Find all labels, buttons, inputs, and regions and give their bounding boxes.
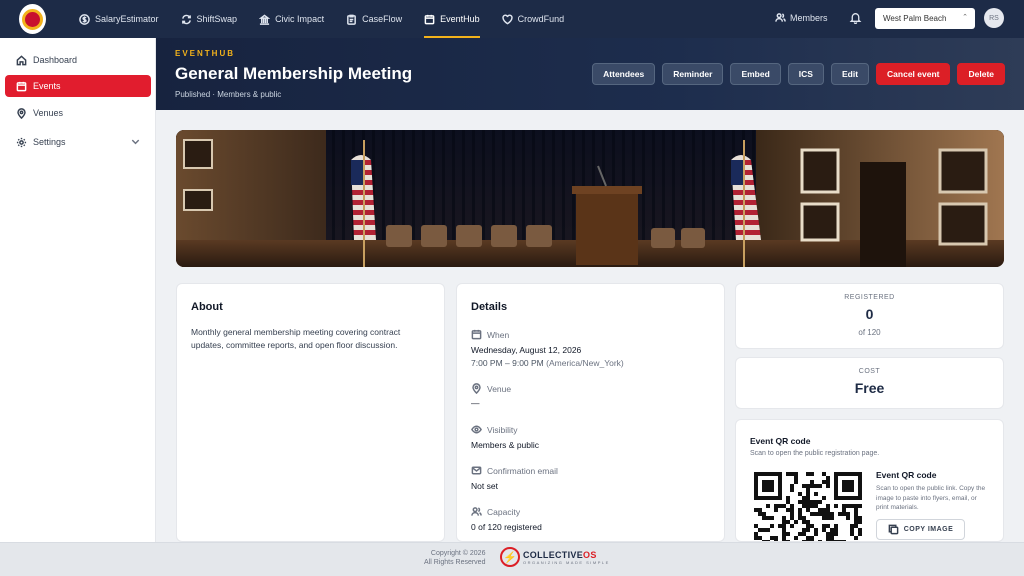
visibility-label: Visibility <box>471 424 518 435</box>
page-eyebrow: EVENTHUB <box>175 49 236 58</box>
sidebar-item-label: Venues <box>33 108 64 118</box>
members-label: Members <box>790 12 828 23</box>
mail-icon <box>471 465 482 476</box>
nav-eventhub[interactable]: EventHub <box>413 0 491 38</box>
page-subtitle: Published · Members & public <box>175 90 282 99</box>
embed-button[interactable]: Embed <box>730 63 781 85</box>
brand-tagline: ORGANIZING MADE SIMPLE <box>523 559 610 565</box>
nav-caseflow[interactable]: CaseFlow <box>335 0 413 38</box>
about-text: Monthly general membership meeting cover… <box>191 327 401 350</box>
brand-name: COLLECTIVEOS <box>523 549 597 560</box>
delete-button[interactable]: Delete <box>957 63 1005 85</box>
cost-label: COST <box>858 368 881 375</box>
visibility-value: Members & public <box>471 440 540 450</box>
sidebar-item-dashboard[interactable]: Dashboard <box>5 49 151 71</box>
confirmation-value: Not set <box>471 481 498 491</box>
chevron-down-icon[interactable] <box>130 136 141 147</box>
registered-sub: of 120 <box>858 328 881 337</box>
qr-code-image[interactable] <box>754 472 864 542</box>
about-card: About Monthly general membership meeting… <box>176 283 445 542</box>
ics-button[interactable]: ICS <box>787 63 824 85</box>
sidebar: Dashboard Events Venues Settings <box>0 38 156 542</box>
union-logo[interactable] <box>19 4 46 34</box>
venue-label: Venue <box>471 383 511 394</box>
users-icon <box>471 506 482 517</box>
city-select-value: West Palm Beach <box>883 14 947 23</box>
footer: Copyright © 2026 All Rights Reserved ⚡ C… <box>0 542 1024 576</box>
registered-label: REGISTERED <box>844 294 895 301</box>
nav-label: CaseFlow <box>362 14 403 24</box>
nav-label: Civic Impact <box>275 14 325 24</box>
when-label: When <box>471 329 509 340</box>
attendees-button[interactable]: Attendees <box>592 63 656 85</box>
sidebar-item-label: Events <box>33 81 61 91</box>
copyright-text: Copyright © 2026 All Rights Reserved <box>424 550 486 566</box>
capacity-label: Capacity <box>471 506 520 517</box>
copy-image-button[interactable]: COPY IMAGE <box>876 519 965 540</box>
capacity-value: 0 of 120 registered <box>471 522 542 532</box>
avatar[interactable]: RS <box>984 8 1004 28</box>
nav-salaryestimator[interactable]: SalaryEstimator <box>68 0 170 38</box>
calendar-icon <box>471 329 482 340</box>
top-nav: SalaryEstimator ShiftSwap Civic Impact C… <box>0 0 1024 38</box>
when-date: Wednesday, August 12, 2026 <box>471 345 582 355</box>
header-actions: Attendees Reminder Embed ICS Edit Cancel… <box>592 63 1005 85</box>
map-pin-icon <box>16 107 27 119</box>
event-banner-image <box>176 130 1004 267</box>
copy-icon <box>888 524 899 535</box>
nav-label: CrowdFund <box>517 14 565 24</box>
sidebar-item-events[interactable]: Events <box>5 75 151 97</box>
qr-heading: Event QR code <box>750 436 811 446</box>
registered-card: REGISTERED 0 of 120 <box>735 283 1004 349</box>
heart-icon <box>501 14 513 25</box>
chevron-updown-icon: ⌃ <box>962 14 968 21</box>
gear-icon <box>16 137 27 148</box>
eye-icon <box>471 424 482 435</box>
sidebar-item-settings[interactable]: Settings <box>5 131 151 153</box>
calendar-icon <box>424 14 435 25</box>
nav-shiftswap[interactable]: ShiftSwap <box>170 0 249 38</box>
sidebar-item-label: Settings <box>33 137 66 147</box>
lightning-icon: ⚡ <box>500 547 520 567</box>
nav-civic-impact[interactable]: Civic Impact <box>248 0 335 38</box>
page-header: EVENTHUB General Membership Meeting Publ… <box>156 38 1024 110</box>
details-card: Details When Wednesday, August 12, 2026 … <box>456 283 725 542</box>
bell-icon[interactable] <box>849 11 862 27</box>
nav-label: ShiftSwap <box>196 14 238 24</box>
edit-button[interactable]: Edit <box>830 63 870 85</box>
dollar-icon <box>79 13 90 25</box>
members-link[interactable]: Members <box>775 12 828 23</box>
qr-card: Event QR code Scan to open the public re… <box>735 419 1004 542</box>
calendar-icon <box>16 81 27 92</box>
about-heading: About <box>191 301 223 313</box>
city-select[interactable]: West Palm Beach ⌃ <box>875 8 975 29</box>
venue-value: — <box>471 398 480 408</box>
map-pin-icon <box>471 383 482 394</box>
cost-value: Free <box>854 380 885 396</box>
sidebar-item-venues[interactable]: Venues <box>5 102 151 124</box>
page-title: General Membership Meeting <box>175 64 413 83</box>
nav-label: EventHub <box>440 14 480 24</box>
users-icon <box>775 12 786 23</box>
nav-crowdfund[interactable]: CrowdFund <box>491 0 576 38</box>
qr-side-text: Scan to open the public link. Copy the i… <box>876 485 986 511</box>
registered-value: 0 <box>865 306 874 322</box>
clipboard-icon <box>346 14 357 25</box>
swap-icon <box>181 14 192 25</box>
sidebar-item-label: Dashboard <box>33 55 78 65</box>
cost-card: COST Free <box>735 357 1004 409</box>
cancel-event-button[interactable]: Cancel event <box>876 63 951 85</box>
confirmation-label: Confirmation email <box>471 465 558 476</box>
reminder-button[interactable]: Reminder <box>662 63 724 85</box>
home-icon <box>16 54 27 66</box>
building-icon <box>259 13 271 25</box>
details-heading: Details <box>471 301 508 313</box>
nav-label: SalaryEstimator <box>95 14 159 24</box>
when-time: 7:00 PM – 9:00 PM (America/New_York) <box>471 358 624 368</box>
qr-side-title: Event QR code <box>876 470 937 480</box>
brand-logo: ⚡ COLLECTIVEOS ORGANIZING MADE SIMPLE <box>500 547 610 567</box>
qr-subheading: Scan to open the public registration pag… <box>750 450 880 457</box>
